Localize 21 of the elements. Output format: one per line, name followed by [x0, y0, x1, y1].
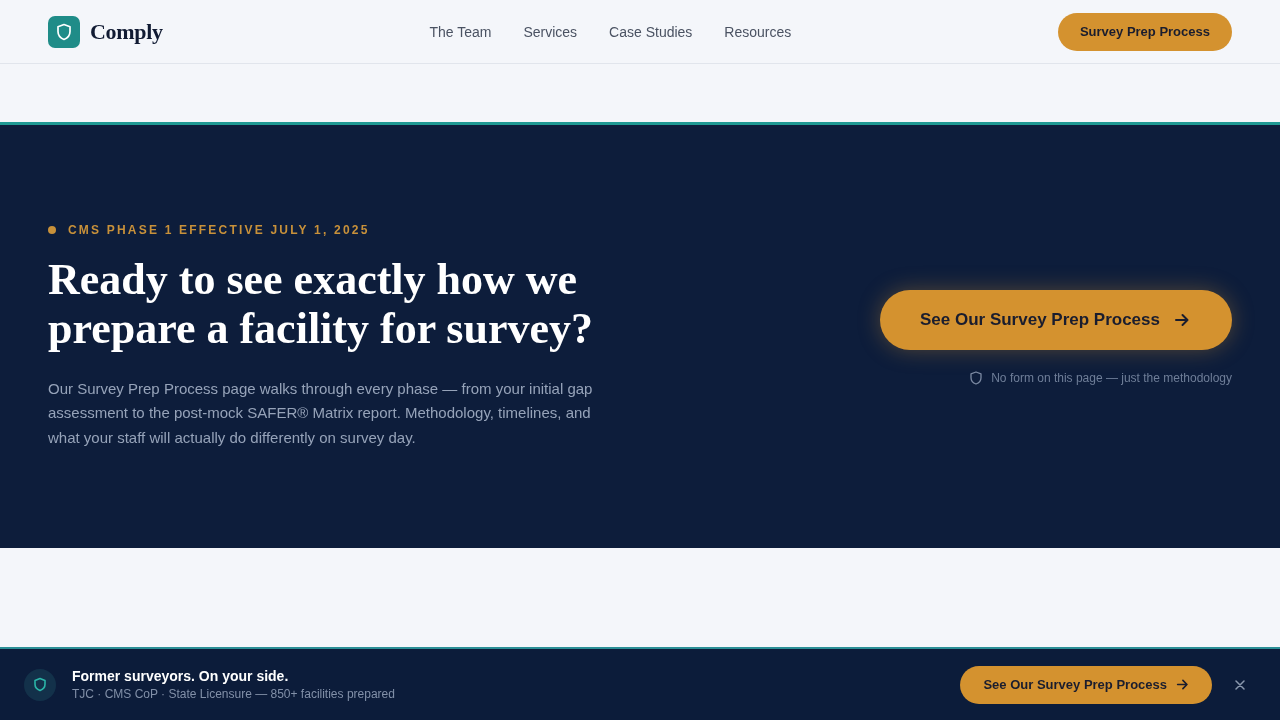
bullet-dot-icon	[48, 225, 56, 234]
bar-subtitle: TJC · CMS CoP · State Licensure — 850+ facilities prepared	[72, 687, 395, 701]
shield-logo-icon	[48, 15, 80, 48]
see-process-button[interactable]: See Our Survey Prep Process	[879, 290, 1232, 350]
shield-badge-icon	[24, 668, 56, 701]
arrow-right-icon	[1176, 678, 1189, 691]
arrow-right-icon	[1174, 312, 1190, 328]
hero-heading: Ready to see exactly how we prepare a facility for survey?	[48, 254, 594, 353]
eyebrow-label: CMS PHASE 1 EFFECTIVE JULY 1, 2025	[68, 222, 370, 237]
brand-name[interactable]: Comply	[90, 18, 163, 45]
nav-link[interactable]: The Team	[429, 23, 492, 40]
hero-description: Our Survey Prep Process page walks through every phase — from your initial gap assessment to the post-mock SAFER® Matrix report. Methodology, timelines, and what your staff will actually do differently on survey day.	[48, 378, 594, 448]
survey-prep-button[interactable]: Survey Prep Process	[1057, 12, 1232, 51]
nav-link[interactable]: Services	[523, 23, 578, 40]
shield-icon	[970, 371, 983, 385]
nav-link[interactable]: Case Studies	[609, 23, 693, 40]
close-icon	[1235, 679, 1245, 690]
bar-title: Former surveyors. On your side.	[72, 668, 290, 684]
see-process-button[interactable]: See Our Survey Prep Process	[960, 665, 1212, 704]
nav-link[interactable]: Resources	[724, 23, 792, 40]
methodology-note: No form on this page — just the methodology	[991, 371, 1232, 385]
